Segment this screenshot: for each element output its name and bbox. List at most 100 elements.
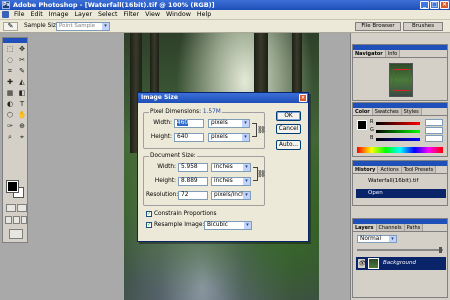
chevron-down-icon: ▾: [244, 222, 251, 229]
menu-edit[interactable]: Edit: [28, 10, 46, 20]
marquee-tool-icon[interactable]: ⬚: [4, 44, 16, 55]
options-bar: ✎ Sample Size: Point Sample ▾ File Brows…: [0, 20, 450, 33]
eyedropper-tool-icon[interactable]: ⌕: [4, 132, 16, 143]
resample-method-select[interactable]: Bicubic ▾: [204, 221, 252, 230]
chevron-down-icon: ▾: [243, 164, 250, 171]
doc-width-input[interactable]: 5.958: [178, 163, 208, 172]
px-height-unit-select[interactable]: pixels ▾: [208, 133, 250, 142]
blue-value-input[interactable]: [425, 135, 443, 142]
crop-tool-icon[interactable]: ✂: [16, 55, 28, 66]
imageready-jump-icon[interactable]: [9, 229, 23, 239]
slice-tool-icon[interactable]: ⌗: [4, 66, 16, 77]
photoshop-app-icon: Ps: [2, 1, 10, 9]
file-browser-tab[interactable]: File Browser: [355, 22, 401, 31]
screen-mode-full-icon[interactable]: [21, 216, 27, 224]
resolution-unit-select[interactable]: pixels/inch ▾: [211, 191, 251, 200]
doc-height-unit-select[interactable]: inches ▾: [211, 177, 251, 186]
tab-actions[interactable]: Actions: [378, 166, 402, 173]
menu-select[interactable]: Select: [95, 10, 120, 20]
eraser-tool-icon[interactable]: ▦: [4, 88, 16, 99]
tab-paths[interactable]: Paths: [404, 224, 424, 231]
tab-info[interactable]: Info: [385, 50, 401, 57]
color-r-label: R: [370, 119, 374, 125]
resample-image-checkbox[interactable]: ✓ Resample Image:: [146, 221, 204, 229]
blue-slider[interactable]: [376, 138, 420, 141]
menu-filter[interactable]: Filter: [120, 10, 142, 20]
color-ramp[interactable]: [357, 147, 443, 153]
doc-width-unit-select[interactable]: inches ▾: [211, 163, 251, 172]
foreground-color-swatch[interactable]: [6, 180, 19, 193]
tab-color[interactable]: Color: [353, 108, 373, 115]
ok-button[interactable]: OK: [276, 111, 301, 121]
menu-window[interactable]: Window: [163, 10, 194, 20]
stamp-tool-icon[interactable]: ◭: [16, 77, 28, 88]
brush-tool-icon[interactable]: ✎: [16, 66, 28, 77]
menu-file[interactable]: File: [11, 10, 28, 20]
document-icon[interactable]: [2, 11, 9, 18]
tab-channels[interactable]: Channels: [376, 224, 405, 231]
minimize-button[interactable]: _: [420, 1, 429, 9]
menu-view[interactable]: View: [142, 10, 163, 20]
opacity-slider[interactable]: [357, 247, 443, 253]
cancel-button[interactable]: Cancel: [276, 124, 301, 134]
close-button[interactable]: ×: [440, 1, 449, 9]
tab-tool-presets[interactable]: Tool Presets: [401, 166, 437, 173]
auto-button[interactable]: Auto...: [276, 140, 301, 150]
px-width-input[interactable]: 460: [174, 119, 204, 128]
tab-history[interactable]: History: [353, 166, 379, 173]
healing-tool-icon[interactable]: ✚: [4, 77, 16, 88]
menu-layer[interactable]: Layer: [71, 10, 95, 20]
green-value-input[interactable]: [425, 127, 443, 134]
pen-tool-icon[interactable]: ✑: [4, 121, 16, 132]
doc-height-input[interactable]: 8.889: [178, 177, 208, 186]
type-tool-icon[interactable]: T: [16, 99, 28, 110]
slider-knob[interactable]: [439, 247, 442, 253]
screen-mode-standard-icon[interactable]: [5, 216, 12, 224]
quickmask-mode-icon[interactable]: [17, 204, 27, 212]
blend-mode-select[interactable]: Normal ▾: [357, 235, 397, 243]
sample-size-select[interactable]: Point Sample ▾: [56, 22, 110, 31]
red-slider[interactable]: [376, 122, 420, 125]
hand-tool-icon[interactable]: ✋: [16, 110, 28, 121]
color-foreground-swatch[interactable]: [357, 120, 367, 130]
resolution-input[interactable]: 72: [178, 191, 208, 200]
history-state-open[interactable]: Open: [356, 189, 446, 198]
view-box[interactable]: [393, 69, 410, 91]
shape-tool-icon[interactable]: ⬡: [4, 110, 16, 121]
layer-thumbnail: [368, 258, 379, 269]
green-slider[interactable]: [376, 130, 420, 133]
tab-swatches[interactable]: Swatches: [372, 108, 402, 115]
dialog-close-button[interactable]: ×: [299, 94, 307, 102]
menu-help[interactable]: Help: [194, 10, 214, 20]
tab-navigator[interactable]: Navigator: [353, 50, 386, 57]
chevron-down-icon: ▾: [102, 23, 109, 30]
doc-width-label: Width:: [157, 164, 176, 170]
dialog-titlebar[interactable]: Image Size ×: [138, 93, 308, 103]
dodge-tool-icon[interactable]: ◐: [4, 99, 16, 110]
eyedropper-tool-icon[interactable]: ✎: [3, 22, 18, 31]
menu-image[interactable]: Image: [46, 10, 72, 20]
maximize-button[interactable]: □: [430, 1, 439, 9]
chevron-down-icon: ▾: [242, 120, 249, 127]
zoom-tool-icon[interactable]: ⊕: [16, 121, 28, 132]
screen-mode-full-menu-icon[interactable]: [13, 216, 20, 224]
eye-icon[interactable]: 👁: [358, 259, 366, 268]
lasso-tool-icon[interactable]: ◌: [4, 55, 16, 66]
px-height-input[interactable]: 640: [174, 133, 204, 142]
history-panel: History Actions Tool Presets Waterfall(1…: [352, 160, 448, 206]
standard-mode-icon[interactable]: [6, 204, 16, 212]
menu-bar: File Edit Image Layer Select Filter View…: [0, 10, 450, 20]
tab-styles[interactable]: Styles: [401, 108, 422, 115]
red-value-input[interactable]: [425, 119, 443, 126]
notes-tool-icon[interactable]: ⌖: [16, 132, 28, 143]
move-tool-icon[interactable]: ✥: [16, 44, 28, 55]
layer-background[interactable]: 👁 Background: [356, 257, 446, 270]
px-width-unit-select[interactable]: pixels ▾: [208, 119, 250, 128]
gradient-tool-icon[interactable]: ◧: [16, 88, 28, 99]
pixel-dimensions-group: Pixel Dimensions: 1.57M Width: 460 pixel…: [143, 109, 266, 149]
navigator-thumbnail[interactable]: [389, 63, 413, 97]
constrain-proportions-checkbox[interactable]: ✓ Constrain Proportions: [146, 210, 217, 218]
history-snapshot[interactable]: Waterfall(16bit).tif: [356, 177, 446, 186]
tab-layers[interactable]: Layers: [353, 224, 377, 231]
brushes-tab[interactable]: Brushes: [403, 22, 443, 31]
